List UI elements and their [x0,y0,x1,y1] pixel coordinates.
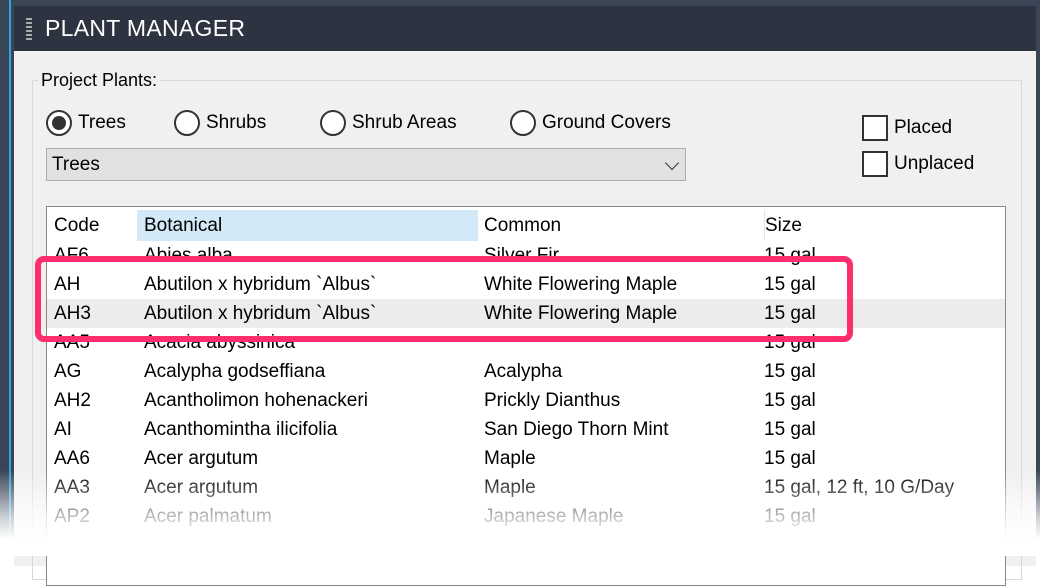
table-row[interactable]: AI Acanthomintha ilicifolia San Diego Thor… [47,415,1005,444]
botanical-cell: Acalypha godseffiana [144,361,326,382]
radio-label: Ground Covers [542,112,671,133]
code-cell: AI [54,419,72,440]
table-row[interactable]: AA6 Acer argutum Maple 15 gal [47,444,1005,473]
column-header-botanical[interactable]: Botanical [137,210,478,241]
checkbox-label: Unplaced [894,153,975,174]
size-cell: 15 gal [764,390,816,411]
code-cell: AH2 [54,390,91,411]
common-cell: Prickly Dianthus [484,390,621,411]
radio-trees[interactable]: Trees [46,110,126,136]
radio-label: Shrubs [206,112,267,133]
checkbox-icon [862,115,888,141]
radio-label: Shrub Areas [352,112,457,133]
radio-icon [174,110,200,136]
bottom-fade [0,470,1048,556]
checkbox-icon [862,151,888,177]
code-cell: AG [54,361,82,382]
size-cell: 15 gal [764,419,816,440]
chevron-down-icon [664,155,680,171]
column-header-code[interactable]: Code [54,210,99,241]
radio-shrubs[interactable]: Shrubs [174,110,266,136]
size-cell: 15 gal [764,361,816,382]
column-header-common[interactable]: Common [484,210,561,241]
highlight-annotation [35,256,853,342]
common-cell: Acalypha [484,361,563,382]
common-cell: Maple [484,448,536,469]
title-bar[interactable]: PLANT MANAGER [14,6,1036,51]
radio-icon [320,110,346,136]
radio-icon [510,110,536,136]
table-row[interactable]: AH2 Acantholimon hohenackeri Prickly Diant… [47,386,1005,415]
drag-grip-icon[interactable] [26,18,32,40]
botanical-cell: Acer argutum [144,448,259,469]
botanical-cell: Acanthomintha ilicifolia [144,419,338,440]
size-cell: 15 gal [764,448,816,469]
radio-selected-icon [46,110,72,136]
radio-ground-covers[interactable]: Ground Covers [510,110,671,136]
checkbox-label: Placed [894,117,953,138]
dropdown-value: Trees [52,154,100,175]
radio-shrub-areas[interactable]: Shrub Areas [320,110,457,136]
table-row[interactable]: AG Acalypha godseffiana Acalypha 15 gal [47,357,1005,386]
common-cell: San Diego Thorn Mint [484,419,669,440]
category-dropdown[interactable]: Trees [46,148,686,181]
radio-label: Trees [78,112,126,133]
column-header-size[interactable]: Size [764,210,802,241]
window-title: PLANT MANAGER [45,15,246,41]
botanical-cell: Acantholimon hohenackeri [144,390,368,411]
checkbox-placed[interactable]: Placed [862,115,952,141]
checkbox-unplaced[interactable]: Unplaced [862,151,974,177]
group-label: Project Plants: [38,70,161,91]
code-cell: AA6 [54,448,90,469]
